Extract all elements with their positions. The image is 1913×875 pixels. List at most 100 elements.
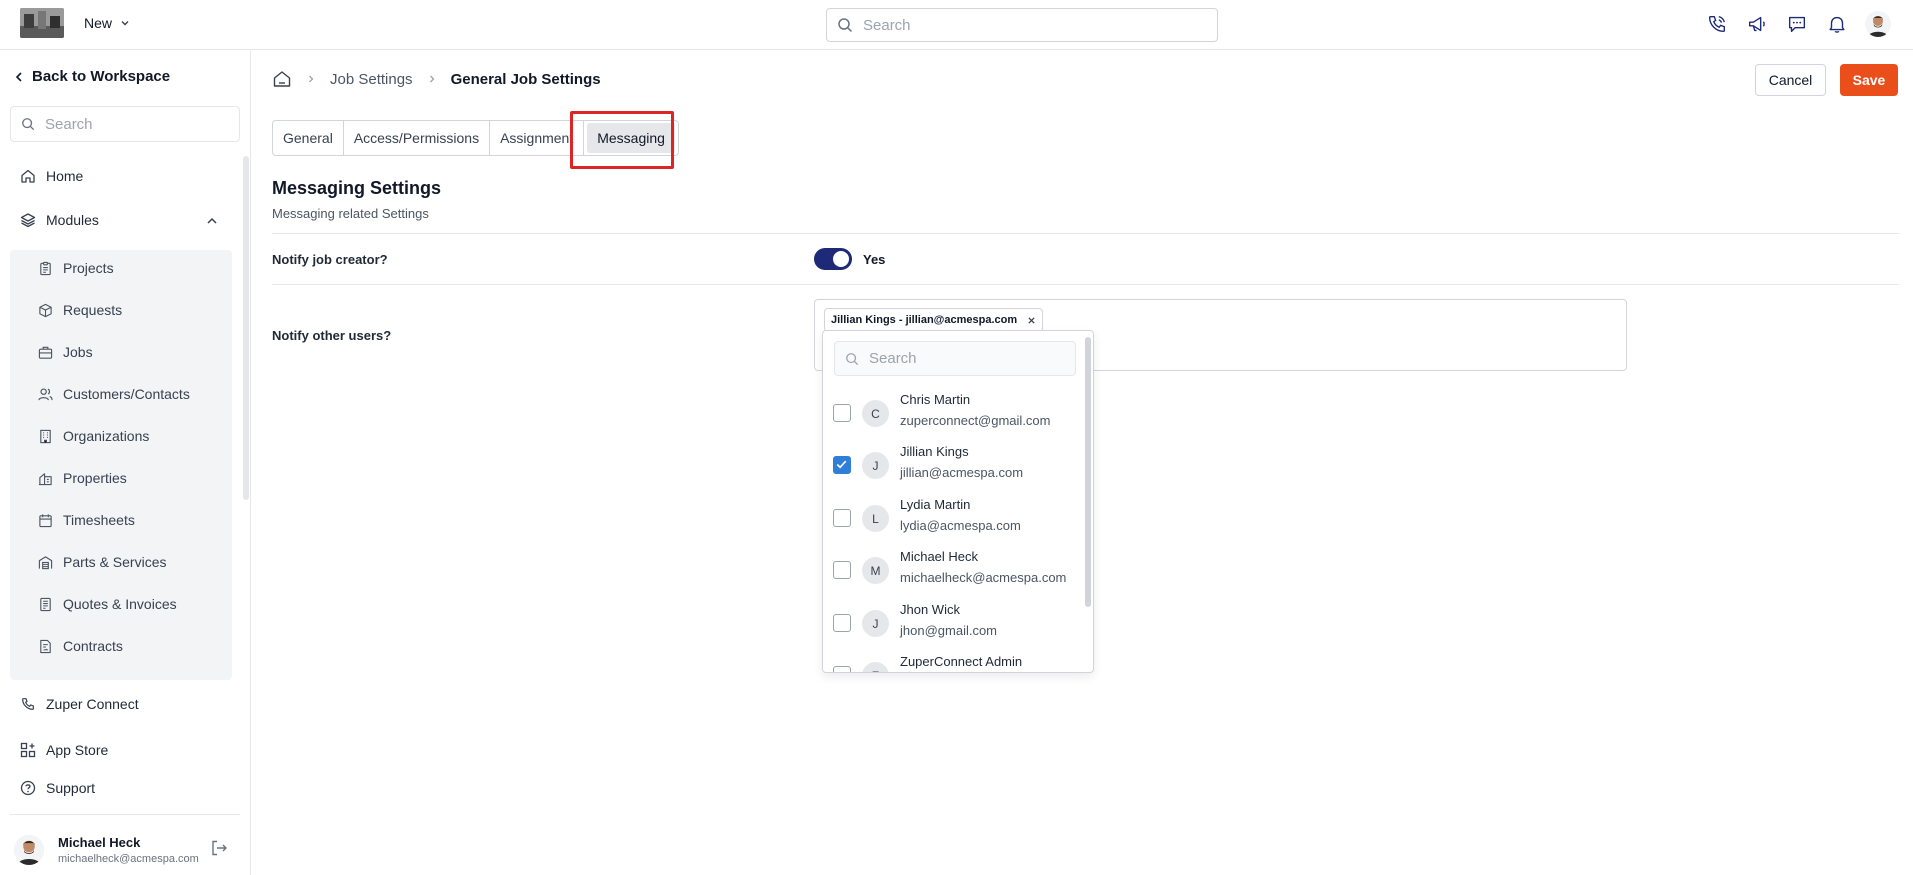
top-icons (1705, 11, 1891, 37)
checkbox[interactable] (833, 456, 851, 474)
sidebar-item-requests[interactable]: Requests (38, 302, 122, 318)
sidebar-item-label: Organizations (63, 428, 150, 444)
sidebar-item-timesheets[interactable]: Timesheets (38, 512, 135, 528)
list-item[interactable]: L Lydia Martin lydia@acmespa.com (823, 491, 1083, 543)
sidebar-item-label: App Store (46, 742, 109, 758)
user-name: Lydia Martin (900, 497, 971, 512)
sidebar-item-parts-services[interactable]: Parts & Services (38, 554, 166, 570)
sidebar-item-quotes-invoices[interactable]: Quotes & Invoices (38, 596, 177, 612)
save-button[interactable]: Save (1840, 64, 1898, 96)
sidebar-item-label: Zuper Connect (46, 696, 139, 712)
sidebar-item-customers-contacts[interactable]: Customers/Contacts (38, 386, 190, 402)
chat-icon[interactable] (1785, 12, 1809, 36)
company-logo[interactable] (20, 8, 64, 38)
user-email: jillian@acmespa.com (900, 465, 1024, 480)
sidebar-item-modules[interactable]: Modules (20, 212, 99, 228)
checkbox[interactable] (833, 614, 851, 632)
checkbox[interactable] (833, 404, 851, 422)
modules-submenu: Projects Requests Jobs Customers/Contact… (10, 250, 232, 680)
close-icon[interactable] (1027, 316, 1036, 325)
sidebar-item-app-store[interactable]: App Store (20, 742, 108, 758)
sidebar-item-zuper-connect[interactable]: Zuper Connect (20, 696, 139, 712)
global-search[interactable] (826, 8, 1218, 42)
dropdown-search-input[interactable] (869, 350, 1059, 367)
list-item[interactable]: Z ZuperConnect Admin (823, 648, 1083, 672)
divider (272, 233, 1899, 234)
tab-general[interactable]: General (273, 121, 344, 155)
tab-access-permissions[interactable]: Access/Permissions (344, 121, 491, 155)
dropdown-search[interactable] (834, 341, 1076, 376)
sidebar-item-label: Modules (46, 212, 99, 228)
sidebar-search[interactable] (10, 106, 240, 142)
sidebar-scroll-thumb[interactable] (243, 156, 249, 500)
users-icon (38, 387, 53, 402)
new-menu-button[interactable]: New (84, 15, 130, 31)
sidebar-item-label: Parts & Services (63, 554, 167, 570)
tab-messaging[interactable]: Messaging (587, 123, 675, 153)
sidebar: Back to Workspace Home Modules Projects … (0, 50, 251, 875)
toggle-knob (833, 251, 849, 267)
list-item[interactable]: J Jillian Kings jillian@acmespa.com (823, 438, 1083, 490)
new-label: New (84, 15, 113, 31)
sidebar-item-label: Requests (63, 302, 123, 318)
user-name: Chris Martin (900, 392, 971, 407)
megaphone-icon[interactable] (1745, 12, 1769, 36)
breadcrumb-job-settings[interactable]: Job Settings (330, 71, 413, 88)
home-icon (20, 168, 36, 184)
user-email: jhon@gmail.com (900, 623, 998, 638)
back-to-workspace-link[interactable]: Back to Workspace (14, 68, 170, 85)
sidebar-item-projects[interactable]: Projects (38, 260, 114, 276)
calendar-icon (38, 513, 53, 528)
list-item[interactable]: M Michael Heck michaelheck@acmespa.com (823, 543, 1083, 595)
avatar: C (862, 400, 889, 427)
search-icon (837, 17, 853, 33)
user-avatar[interactable] (1865, 11, 1891, 37)
sidebar-item-label: Contracts (63, 638, 123, 654)
list-item[interactable]: C Chris Martin zuperconnect@gmail.com (823, 386, 1083, 438)
checkbox[interactable] (833, 666, 851, 672)
avatar[interactable] (14, 835, 44, 865)
chevron-left-icon (14, 71, 24, 83)
phone-icon[interactable] (1705, 12, 1729, 36)
home-icon[interactable] (272, 69, 292, 89)
briefcase-icon (38, 345, 53, 360)
sidebar-item-support[interactable]: Support (20, 780, 95, 796)
sidebar-scrollbar[interactable] (243, 156, 249, 550)
checkbox[interactable] (833, 509, 851, 527)
cancel-button[interactable]: Cancel (1755, 64, 1826, 96)
notify-creator-toggle[interactable] (814, 248, 852, 270)
user-name: ZuperConnect Admin (900, 654, 1023, 669)
sidebar-item-label: Support (46, 780, 96, 796)
sidebar-item-contracts[interactable]: Contracts (38, 638, 123, 654)
sidebar-item-organizations[interactable]: Organizations (38, 428, 149, 444)
list-item[interactable]: J Jhon Wick jhon@gmail.com (823, 596, 1083, 648)
global-search-input[interactable] (863, 16, 1193, 34)
chevron-right-icon (306, 74, 316, 84)
user-email: lydia@acmespa.com (900, 518, 1021, 533)
logout-icon[interactable] (210, 839, 228, 857)
box-icon (38, 303, 53, 318)
sidebar-divider (10, 814, 240, 815)
clipboard-icon (38, 261, 53, 276)
sidebar-search-input[interactable] (45, 115, 225, 133)
chevron-up-icon[interactable] (205, 214, 219, 228)
layers-icon (20, 212, 36, 228)
checkbox[interactable] (833, 561, 851, 579)
bell-icon[interactable] (1825, 12, 1849, 36)
user-email: michaelheck@acmespa.com (900, 570, 1067, 585)
sidebar-item-properties[interactable]: Properties (38, 470, 127, 486)
top-bar: New (0, 0, 1913, 50)
dropdown-scrollbar[interactable] (1085, 337, 1091, 667)
tab-assignment[interactable]: Assignment (490, 121, 585, 155)
sidebar-item-jobs[interactable]: Jobs (38, 344, 93, 360)
app-store-icon (20, 742, 36, 758)
dropdown-scroll-thumb[interactable] (1085, 337, 1091, 607)
sidebar-item-home[interactable]: Home (20, 168, 83, 184)
avatar: Z (862, 662, 889, 672)
user-name: Jhon Wick (900, 602, 960, 617)
back-to-workspace-label: Back to Workspace (32, 68, 171, 85)
search-icon (845, 352, 859, 366)
user-name: Michael Heck (900, 549, 979, 564)
invoice-icon (38, 597, 53, 612)
notify-creator-label: Notify job creator? (272, 252, 388, 267)
